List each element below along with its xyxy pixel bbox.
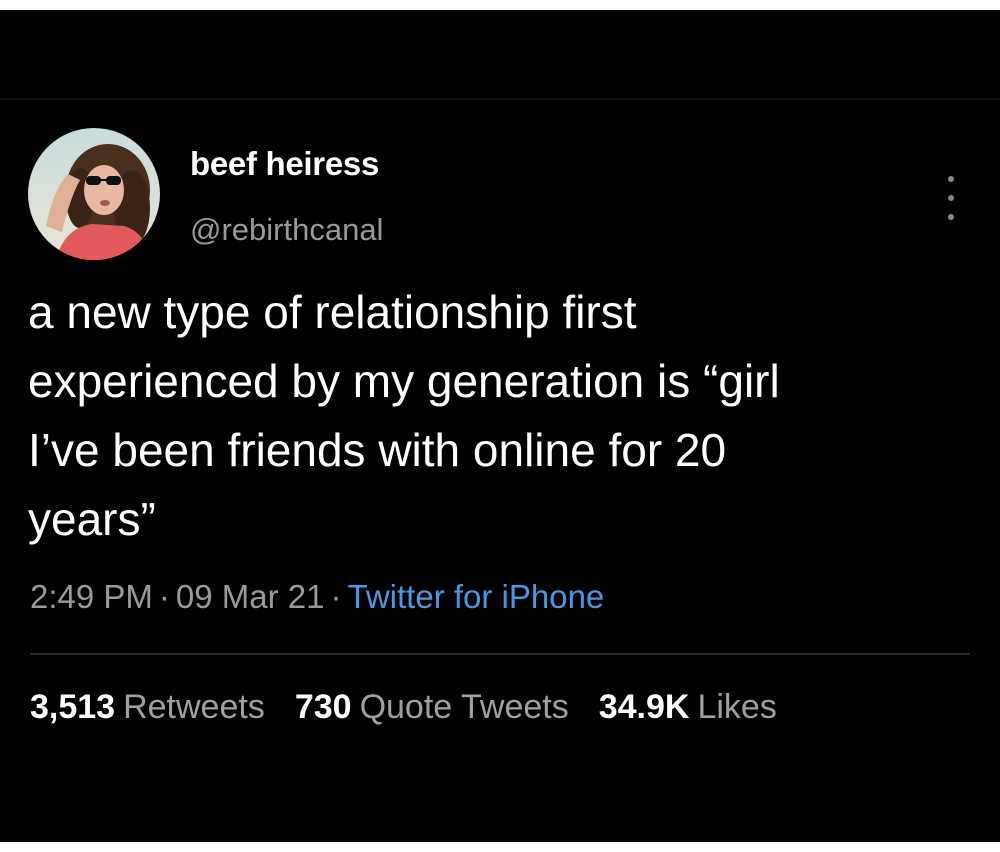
- retweets-count: 3,513: [30, 688, 116, 726]
- retweets-stat[interactable]: 3,513 Retweets: [30, 688, 265, 727]
- likes-count: 34.9K: [598, 688, 690, 726]
- meta-separator: ·: [158, 578, 170, 615]
- display-name[interactable]: beef heiress: [190, 145, 379, 183]
- quote-tweets-label: Quote Tweets: [359, 688, 569, 726]
- likes-stat[interactable]: 34.9K Likes: [599, 688, 777, 727]
- meta-separator: ·: [330, 578, 342, 615]
- tweet-card: beef heiress @rebirthcanal a new type of…: [0, 10, 1000, 842]
- retweets-label: Retweets: [123, 688, 265, 726]
- tweet-meta: 2:49 PM · 09 Mar 21 · Twitter for iPhone: [30, 578, 604, 616]
- quote-tweets-stat[interactable]: 730 Quote Tweets: [295, 688, 569, 727]
- tweet-source-link[interactable]: Twitter for iPhone: [348, 578, 605, 615]
- likes-label: Likes: [697, 688, 777, 726]
- more-vertical-icon[interactable]: [939, 176, 963, 220]
- header-divider: [0, 98, 1000, 100]
- tweet-time[interactable]: 2:49 PM: [30, 578, 153, 615]
- engagement-stats: 3,513 Retweets 730 Quote Tweets 34.9K Likes: [30, 688, 777, 727]
- tweet-date[interactable]: 09 Mar 21: [176, 578, 325, 615]
- quote-tweets-count: 730: [294, 688, 352, 726]
- dot: [948, 195, 954, 201]
- avatar[interactable]: [28, 128, 160, 260]
- tweet-text: a new type of relationship first experie…: [28, 286, 780, 545]
- stats-divider: [30, 653, 970, 655]
- avatar-photo-icon: [28, 128, 160, 260]
- dot: [948, 176, 954, 182]
- user-handle[interactable]: @rebirthcanal: [190, 212, 383, 248]
- dot: [948, 214, 954, 220]
